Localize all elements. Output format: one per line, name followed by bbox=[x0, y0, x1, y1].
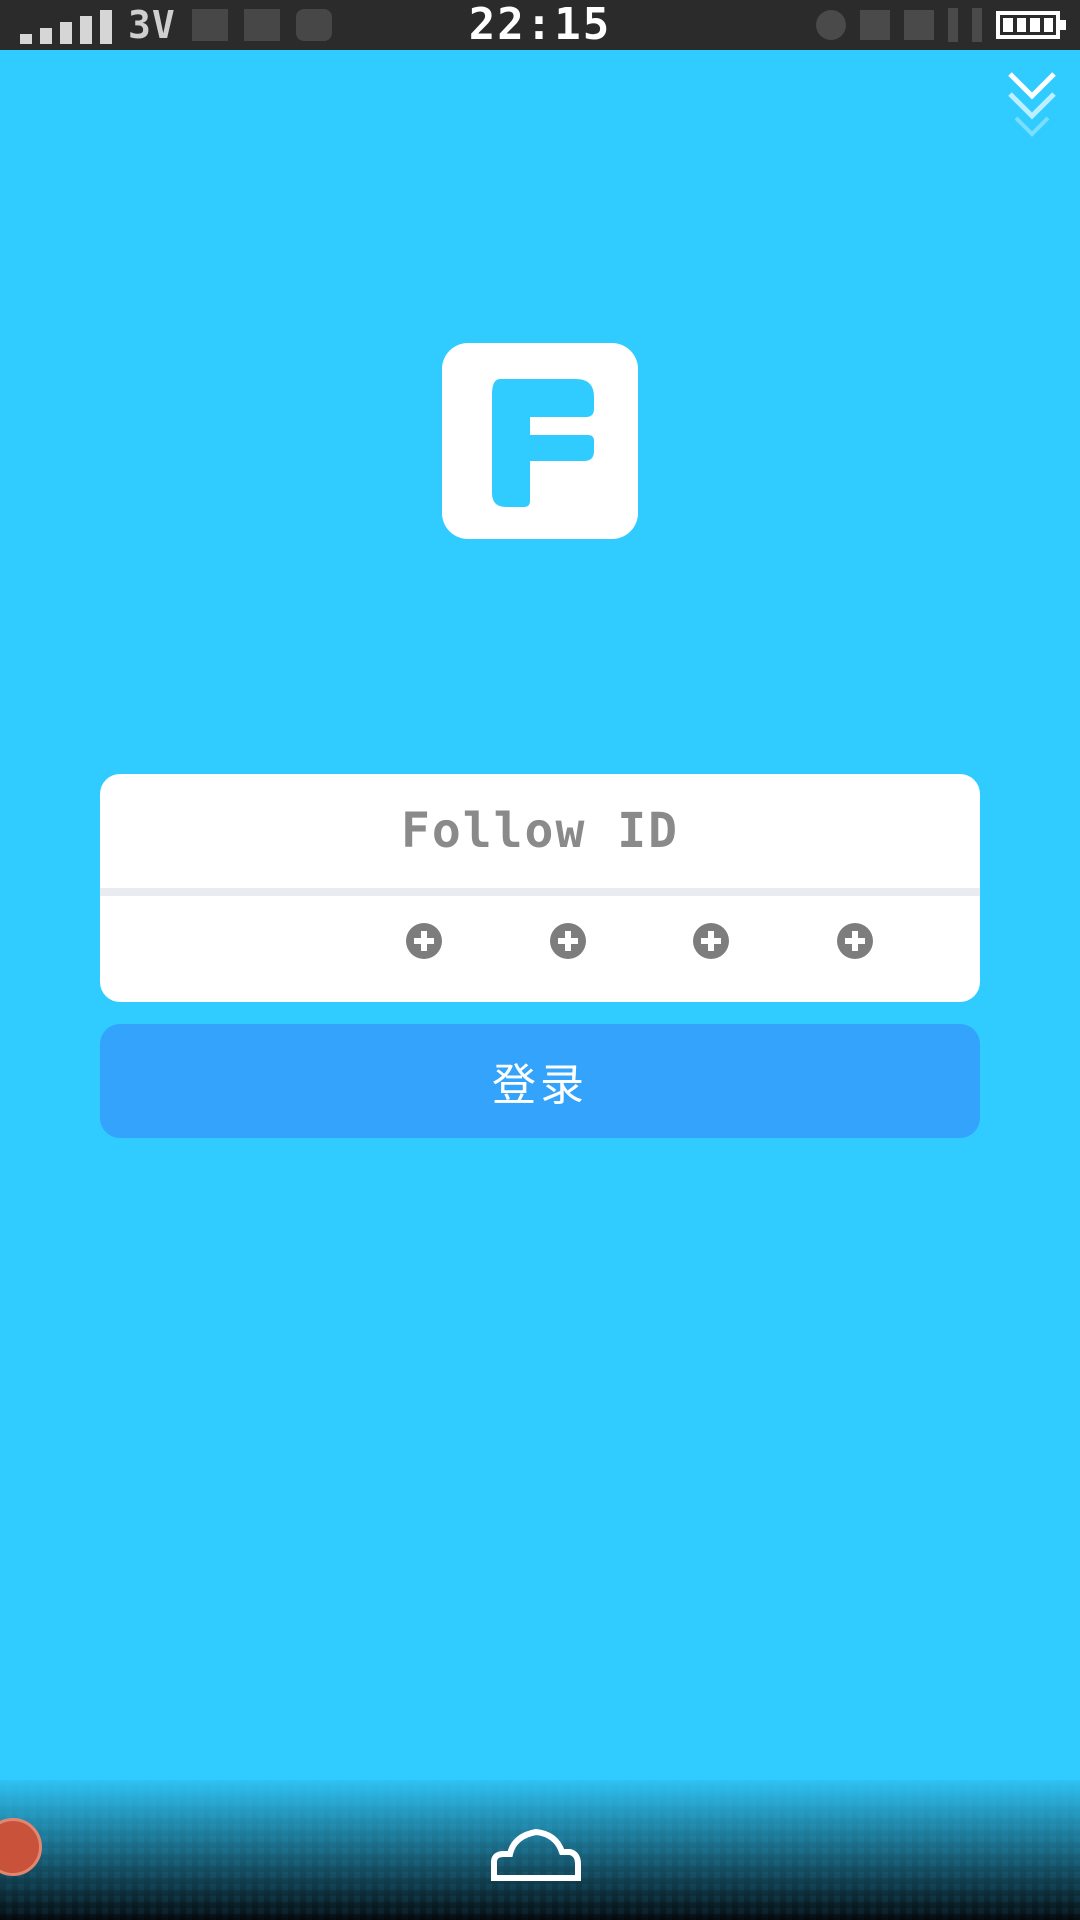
chevron-double-down-icon[interactable] bbox=[1006, 70, 1058, 146]
follow-id-input[interactable]: Follow ID bbox=[100, 774, 980, 888]
login-button[interactable]: 登录 bbox=[100, 1024, 980, 1138]
pin-dot-icon bbox=[693, 923, 729, 959]
pin-dot-icon bbox=[550, 923, 586, 959]
field-divider bbox=[100, 888, 980, 896]
login-screen: 3V 22:15 Follow ID 登录 bbox=[0, 0, 1080, 1920]
cloud-home-icon[interactable] bbox=[488, 1822, 584, 1884]
status-icon bbox=[904, 10, 934, 40]
login-form: Follow ID bbox=[100, 774, 980, 1002]
status-icon bbox=[816, 10, 846, 40]
status-icon bbox=[948, 8, 958, 42]
pin-input[interactable] bbox=[100, 896, 980, 1002]
status-icon bbox=[860, 10, 890, 40]
pin-dot-icon bbox=[406, 923, 442, 959]
status-icon bbox=[972, 8, 982, 42]
follow-f-logo bbox=[492, 379, 594, 507]
pin-dot-icon bbox=[837, 923, 873, 959]
status-bar-right bbox=[816, 7, 1066, 43]
status-bar: 3V 22:15 bbox=[0, 0, 1080, 50]
app-logo bbox=[442, 343, 638, 539]
battery-icon bbox=[996, 11, 1066, 39]
